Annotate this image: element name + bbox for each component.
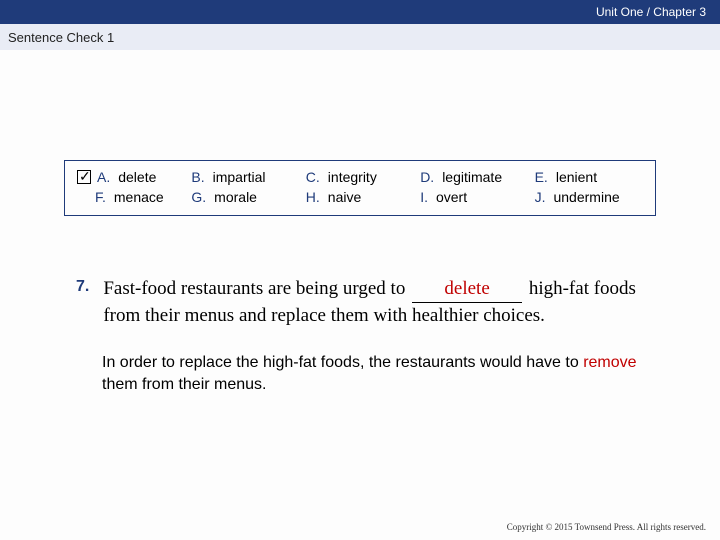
word-choice-d: D. legitimate xyxy=(420,169,528,185)
choice-word: undermine xyxy=(553,189,619,205)
choice-letter: C. xyxy=(306,169,320,185)
word-choice-c: C. integrity xyxy=(306,169,414,185)
word-choice-g: G. morale xyxy=(191,189,299,205)
word-choice-e: E. lenient xyxy=(535,169,643,185)
choice-word: morale xyxy=(214,189,257,205)
question-number: 7. xyxy=(76,276,89,328)
choice-word: menace xyxy=(114,189,164,205)
choice-letter: A. xyxy=(97,169,110,185)
choice-letter: D. xyxy=(420,169,434,185)
header-bar: Unit One / Chapter 3 xyxy=(0,0,720,24)
word-bank: ✓ A. delete B. impartial C. integrity D.… xyxy=(64,160,656,216)
copyright-footer: Copyright © 2015 Townsend Press. All rig… xyxy=(507,522,706,532)
explanation-keyword: remove xyxy=(583,354,636,371)
check-icon: ✓ xyxy=(79,169,91,183)
choice-letter: F. xyxy=(95,189,106,205)
choice-letter: G. xyxy=(191,189,206,205)
word-choice-a: ✓ A. delete xyxy=(77,169,185,185)
choice-word: naive xyxy=(328,189,361,205)
explanation: In order to replace the high-fat foods, … xyxy=(102,352,644,395)
word-choice-f: F. menace xyxy=(77,189,185,205)
choice-word: lenient xyxy=(556,169,597,185)
word-choice-i: I. overt xyxy=(420,189,528,205)
choice-word: delete xyxy=(118,169,156,185)
choice-letter: B. xyxy=(191,169,204,185)
choice-word: legitimate xyxy=(442,169,502,185)
section-title: Sentence Check 1 xyxy=(8,30,114,45)
breadcrumb: Unit One / Chapter 3 xyxy=(596,5,706,19)
answer-blank: delete xyxy=(412,276,522,303)
choice-letter: I. xyxy=(420,189,428,205)
choice-word: impartial xyxy=(213,169,266,185)
choice-word: integrity xyxy=(328,169,377,185)
word-choice-h: H. naive xyxy=(306,189,414,205)
section-bar: Sentence Check 1 xyxy=(0,24,720,50)
word-choice-j: J. undermine xyxy=(535,189,643,205)
slide-content: ✓ A. delete B. impartial C. integrity D.… xyxy=(0,160,720,395)
question-block: 7. Fast-food restaurants are being urged… xyxy=(76,276,644,328)
question-pre: Fast-food restaurants are being urged to xyxy=(103,278,410,299)
explanation-post: them from their menus. xyxy=(102,376,267,393)
answer-text: delete xyxy=(430,278,503,299)
explanation-pre: In order to replace the high-fat foods, … xyxy=(102,354,583,371)
checkbox-a: ✓ xyxy=(77,170,91,184)
choice-word: overt xyxy=(436,189,467,205)
choice-letter: J. xyxy=(535,189,546,205)
question-text: Fast-food restaurants are being urged to… xyxy=(103,276,644,328)
choice-letter: E. xyxy=(535,169,548,185)
choice-letter: H. xyxy=(306,189,320,205)
word-choice-b: B. impartial xyxy=(191,169,299,185)
